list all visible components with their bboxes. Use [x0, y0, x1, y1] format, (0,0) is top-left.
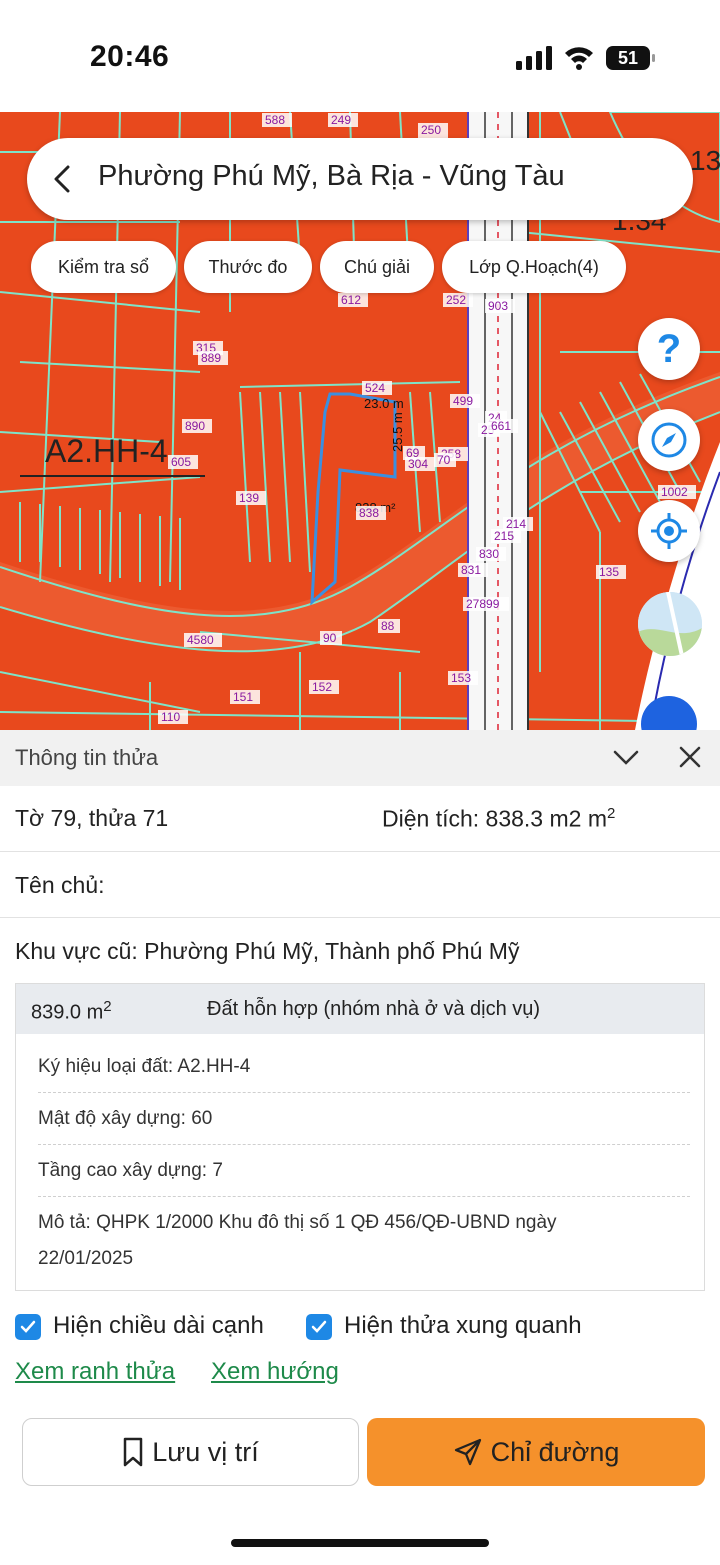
parcel-area: Diện tích: 838.3 m2 m2: [382, 805, 615, 833]
parcel-number: 903: [488, 299, 508, 313]
view-boundary-link[interactable]: Xem ranh thửa: [15, 1358, 175, 1386]
compass-icon: [651, 422, 687, 458]
parcel-number: 661: [491, 419, 511, 433]
divider: [38, 1144, 690, 1145]
parcel-number: 70: [437, 453, 451, 467]
directions-button[interactable]: Chỉ đường: [367, 1418, 705, 1486]
zone-label: A2.HH-4: [45, 433, 168, 469]
old-area-label: Khu vực cũ: Phường Phú Mỹ, Thành phố Phú…: [15, 938, 520, 964]
parcel-number: 4580: [187, 633, 214, 647]
home-indicator[interactable]: [231, 1539, 489, 1547]
parcel-number: 151: [233, 690, 253, 704]
save-location-button[interactable]: Lưu vị trí: [22, 1418, 359, 1486]
help-button[interactable]: ?: [638, 318, 700, 380]
back-arrow-icon[interactable]: [50, 165, 74, 193]
parcel-number: 215: [494, 529, 514, 543]
battery-icon: 51: [606, 46, 656, 70]
status-bar: 20:46 51: [0, 0, 720, 112]
question-icon: ?: [656, 327, 682, 371]
sheet-title: Thông tin thửa: [15, 745, 159, 770]
crosshair-location-icon: [651, 513, 687, 549]
land-code: Ký hiệu loại đất: A2.HH-4: [38, 1056, 251, 1077]
save-location-label: Lưu vị trí: [152, 1436, 259, 1467]
close-icon[interactable]: [678, 745, 702, 769]
parcel-info-sheet: Thông tin thửa Tờ 79, thửa 71 Diện tích:…: [0, 730, 720, 1565]
bookmark-icon: [123, 1437, 143, 1467]
parcel-number: 135: [599, 565, 619, 579]
parcel-number: 524: [365, 381, 385, 395]
location-title[interactable]: Phường Phú Mỹ, Bà Rịa - Vũng Tàu: [98, 160, 565, 193]
parcel-number: 831: [461, 563, 481, 577]
planning-layers-chip[interactable]: Lớp Q.Hoạch(4): [442, 241, 626, 293]
parcel-area-sup: 2: [607, 805, 616, 822]
wifi-icon: [565, 47, 593, 70]
chevron-down-icon[interactable]: [612, 748, 640, 768]
status-time: 20:46: [90, 40, 170, 73]
view-direction-link[interactable]: Xem hướng: [211, 1358, 339, 1386]
owner-label: Tên chủ:: [15, 872, 105, 898]
parcel-number: 605: [171, 455, 191, 469]
building-density: Mật độ xây dựng: 60: [38, 1108, 213, 1129]
parcel-number: 588: [265, 113, 285, 127]
parcel-number: 249: [331, 113, 351, 127]
dimension-top: 23.0 m: [364, 396, 404, 411]
parcel-number: 612: [341, 293, 361, 307]
parcel-number: 152: [312, 680, 332, 694]
parcel-id: Tờ 79, thửa 71: [15, 805, 169, 831]
map-thumbnail-icon: [638, 592, 702, 656]
zone-area: 839.0 m2: [31, 998, 112, 1024]
check-icon: [20, 1320, 36, 1333]
legend-chip[interactable]: Chú giải: [320, 241, 434, 293]
parcel-number: 153: [451, 671, 471, 685]
parcel-number: 889: [201, 351, 221, 365]
my-location-button[interactable]: [638, 500, 700, 562]
parcel-number: 830: [479, 547, 499, 561]
parcel-area-text: Diện tích: 838.3 m2 m: [382, 805, 607, 832]
battery-level: 51: [617, 48, 639, 68]
parcel-number: 890: [185, 419, 205, 433]
show-edge-length-checkbox[interactable]: [15, 1314, 41, 1340]
send-arrow-icon: [454, 1438, 481, 1466]
parcel-number: 90: [323, 631, 337, 645]
parcel-number: 110: [161, 710, 180, 724]
parcel-number: 27899: [466, 597, 500, 611]
parcel-number: 88: [381, 619, 395, 633]
parcel-number: 139: [239, 491, 259, 505]
compass-button[interactable]: [638, 409, 700, 471]
divider: [38, 1196, 690, 1197]
planning-zone-header: 839.0 m2 Đất hỗn hợp (nhóm nhà ở và dịch…: [16, 984, 704, 1034]
sheet-header: Thông tin thửa: [0, 730, 720, 786]
basemap-switch-button[interactable]: [638, 592, 702, 656]
measure-chip[interactable]: Thước đo: [184, 241, 312, 293]
planning-zone-card: 839.0 m2 Đất hỗn hợp (nhóm nhà ở và dịch…: [15, 983, 705, 1291]
divider: [0, 851, 720, 852]
map-edge-number: 13: [690, 145, 720, 176]
parcel-number: 499: [453, 394, 473, 408]
show-edge-length-label[interactable]: Hiện chiều dài cạnh: [53, 1312, 264, 1340]
plan-description: Mô tả: QHPK 1/2000 Khu đô thị số 1 QĐ 45…: [38, 1212, 557, 1233]
parcel-number: 1002: [661, 485, 688, 499]
divider: [38, 1092, 690, 1093]
show-neighbors-label[interactable]: Hiện thửa xung quanh: [344, 1312, 582, 1340]
building-floors: Tầng cao xây dựng: 7: [38, 1160, 223, 1181]
parcel-number: 252: [446, 293, 466, 307]
parcel-number: 250: [421, 123, 441, 137]
check-title-deed-chip[interactable]: Kiểm tra sổ: [31, 241, 176, 293]
plan-description-date: 22/01/2025: [38, 1248, 134, 1269]
cellular-signal-icon: [516, 46, 552, 70]
parcel-number: 838: [359, 506, 379, 520]
divider: [0, 917, 720, 918]
directions-label: Chỉ đường: [490, 1436, 620, 1467]
zone-land-type: Đất hỗn hợp (nhóm nhà ở và dịch vụ): [207, 998, 541, 1020]
check-icon: [311, 1320, 327, 1333]
show-neighbors-checkbox[interactable]: [306, 1314, 332, 1340]
parcel-number: 304: [408, 457, 428, 471]
dimension-side: 25.5 m: [390, 412, 405, 452]
